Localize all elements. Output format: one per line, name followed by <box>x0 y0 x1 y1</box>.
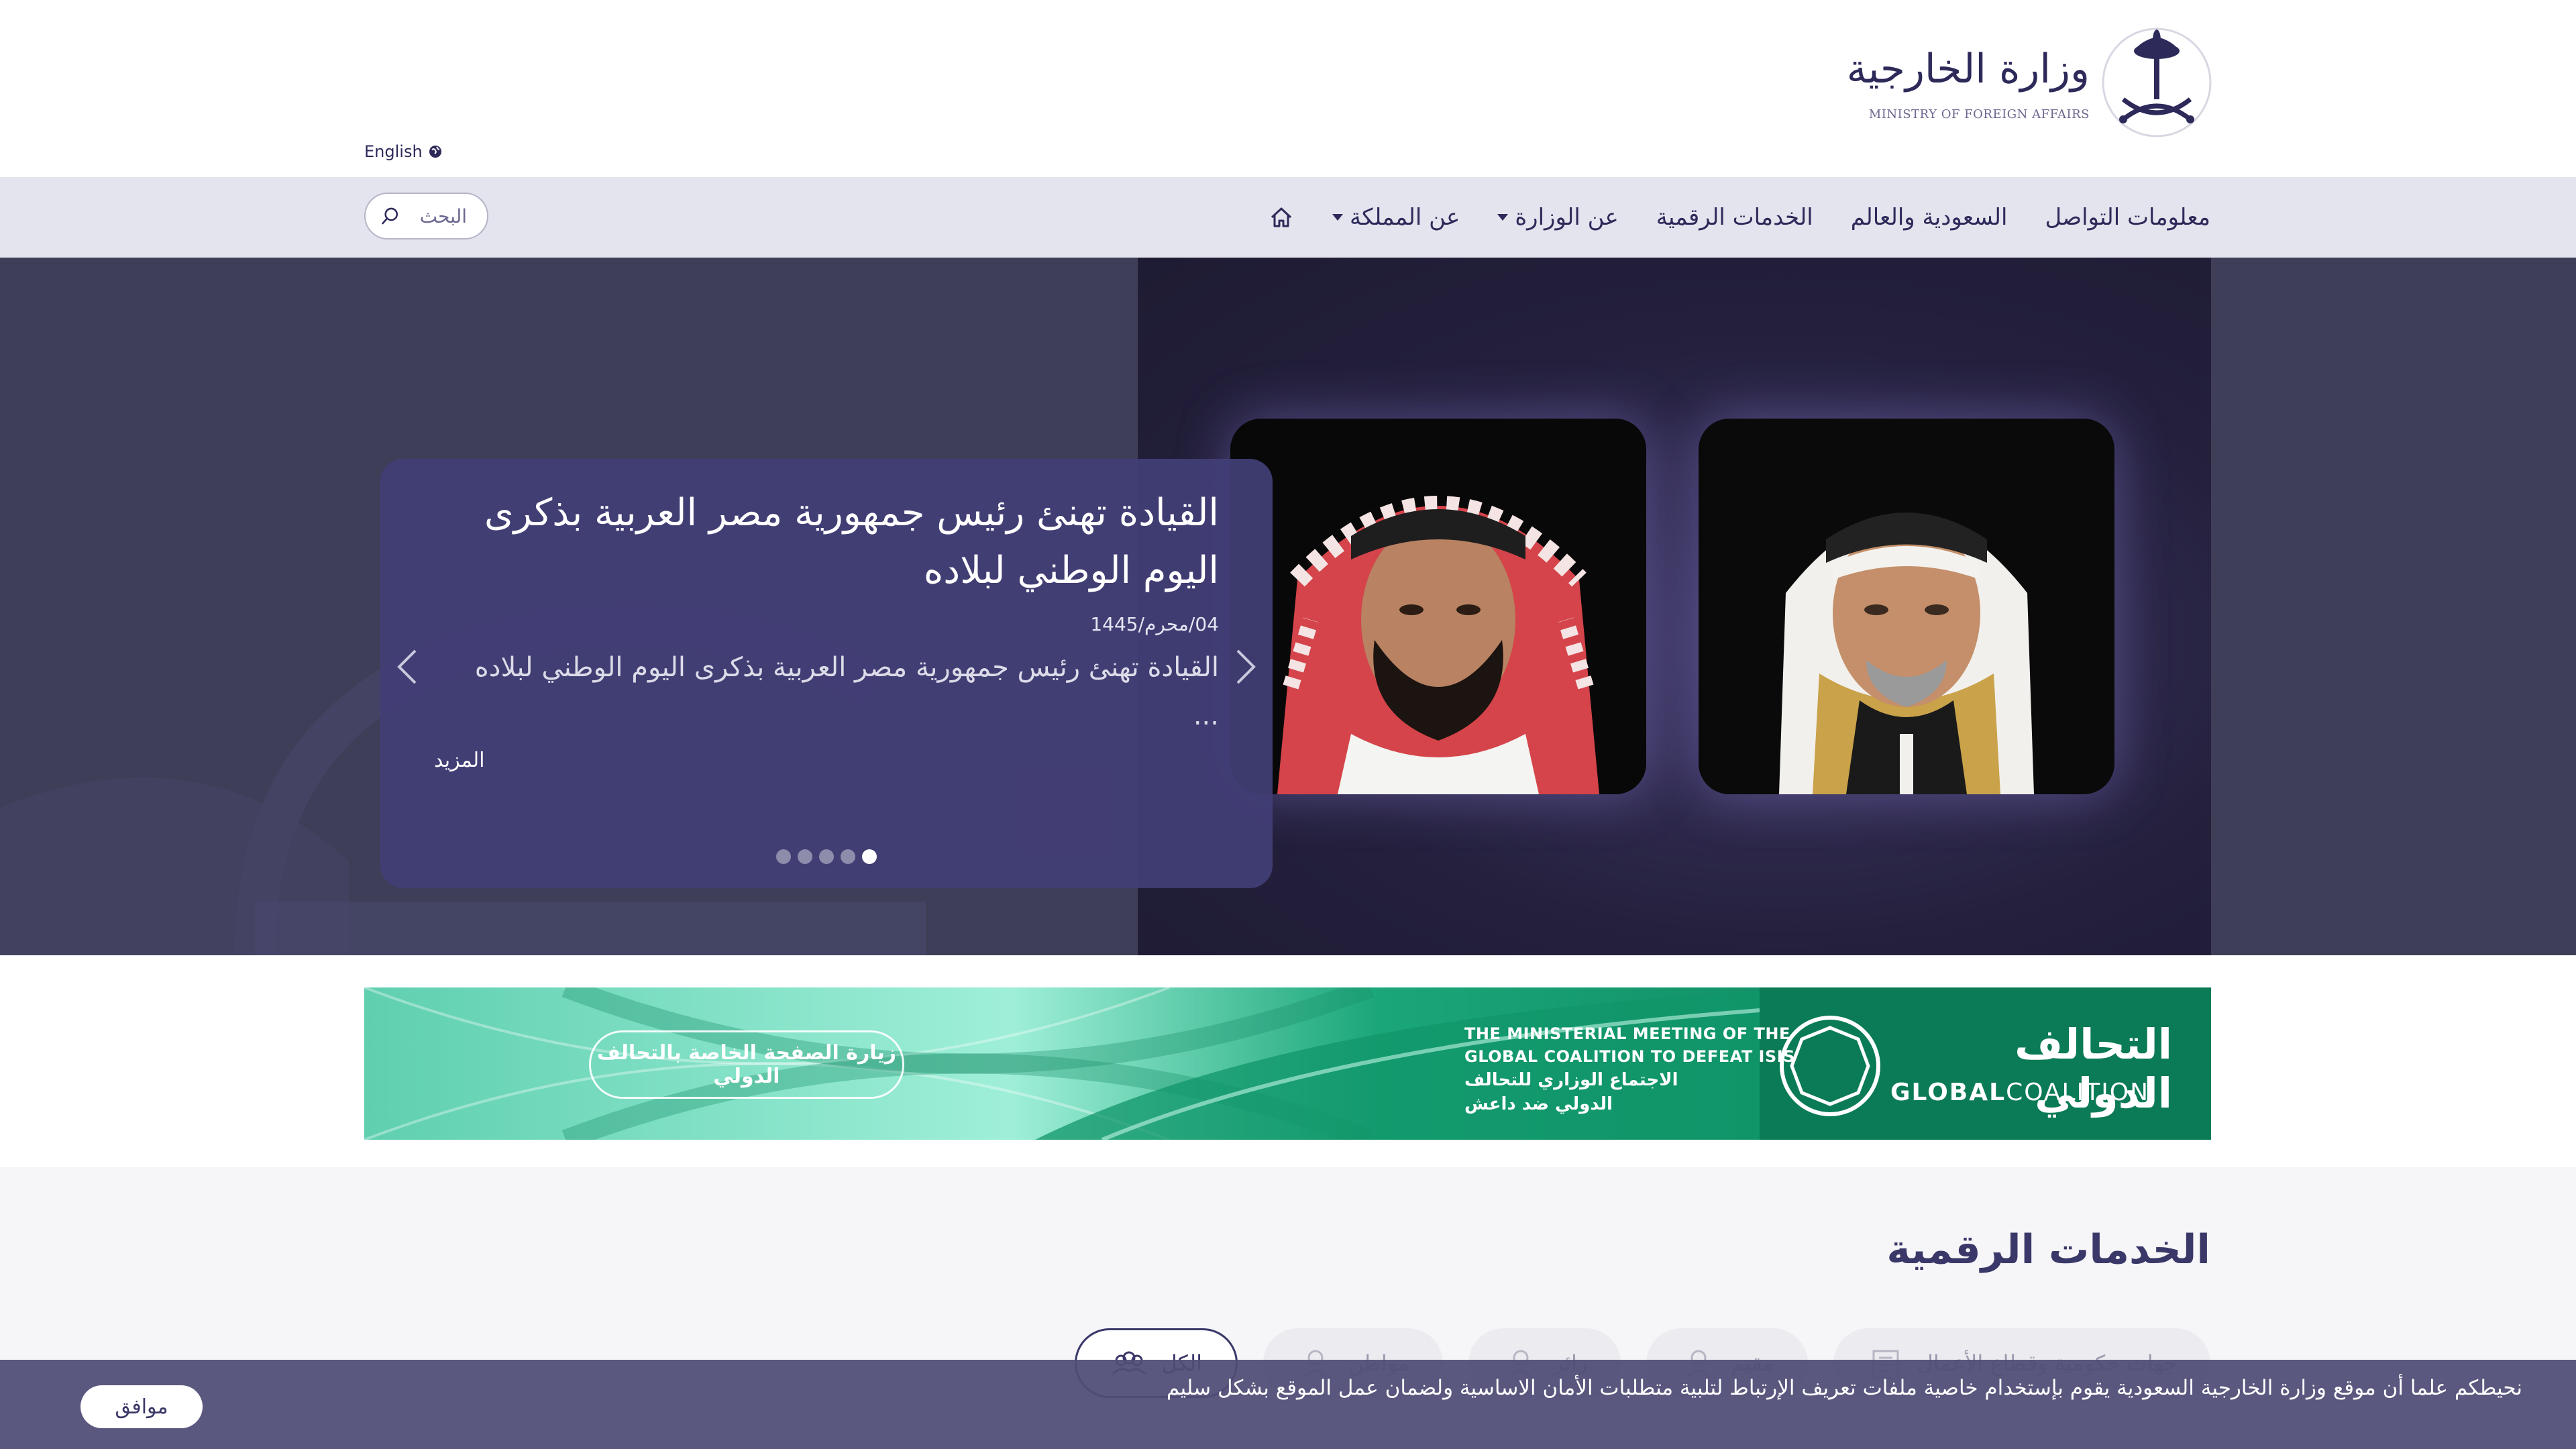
more-link[interactable]: المزيد <box>434 749 484 772</box>
search-box[interactable] <box>364 193 488 239</box>
nav-item-about-ministry[interactable]: عن الوزارة <box>1497 204 1619 231</box>
accept-cookies-button[interactable]: موافق <box>80 1385 203 1428</box>
language-label: English <box>364 142 423 161</box>
news-summary: القيادة تهنئ رئيس جمهورية مصر العربية بذ… <box>474 652 1219 731</box>
news-title[interactable]: القيادة تهنئ رئيس جمهورية مصر العربية بذ… <box>414 484 1219 600</box>
site-header: وزارة الخارجية MINISTRY OF FOREIGN AFFAI… <box>0 0 2576 177</box>
coalition-english-name: GLOBALCOALITION <box>1890 1079 2149 1106</box>
slider-dot-active[interactable] <box>862 849 877 864</box>
section-title: الخدمات الرقمية <box>1886 1226 2210 1273</box>
banner-arabic-text: الاجتماع الوزاري للتحالف الدولي ضد داعش <box>1464 1070 1678 1114</box>
logo-arabic-text: وزارة الخارجية <box>1846 46 2090 93</box>
portrait-king <box>1699 419 2114 794</box>
banner-english-text: THE MINISTERIAL MEETING OF THE GLOBAL CO… <box>1464 1024 1795 1066</box>
news-date: 04/محرم/1445 <box>1090 613 1219 635</box>
slider-dot[interactable] <box>798 849 812 864</box>
nav-menu: عن المملكة عن الوزارة الخدمات الرقمية ال… <box>1268 177 2210 258</box>
coalition-en-bold: GLOBAL <box>1890 1079 2006 1106</box>
cookie-consent-bar: نحيطكم علما أن موقع وزارة الخارجية السعو… <box>0 1360 2576 1449</box>
nav-item-label: عن المملكة <box>1349 204 1460 231</box>
nav-item-about-kingdom[interactable]: عن المملكة <box>1332 204 1460 231</box>
ministry-logo[interactable]: وزارة الخارجية MINISTRY OF FOREIGN AFFAI… <box>1847 25 2214 140</box>
slider-dot[interactable] <box>776 849 791 864</box>
language-switch[interactable]: English <box>364 142 443 161</box>
hero-slider: القيادة تهنئ رئيس جمهورية مصر العربية بذ… <box>0 258 2576 955</box>
caret-down-icon <box>1497 214 1509 221</box>
nav-item-digital-services[interactable]: الخدمات الرقمية <box>1656 204 1813 231</box>
logo-english-text: MINISTRY OF FOREIGN AFFAIRS <box>1868 107 2090 121</box>
nav-item-label: معلومات التواصل <box>2045 204 2210 231</box>
news-slide-card: القيادة تهنئ رئيس جمهورية مصر العربية بذ… <box>380 459 1273 888</box>
leaders-photo <box>1138 258 2211 955</box>
chevron-right-icon[interactable] <box>1232 647 1259 687</box>
chevron-left-icon[interactable] <box>394 647 421 687</box>
home-icon[interactable] <box>1268 204 1295 231</box>
nav-item-contact-info[interactable]: معلومات التواصل <box>2045 204 2210 231</box>
nav-item-label: عن الوزارة <box>1515 204 1619 231</box>
portrait-crown-prince <box>1230 419 1646 794</box>
caret-down-icon <box>1332 214 1343 221</box>
coalition-logo-icon <box>1780 1016 1880 1116</box>
nav-item-label: الخدمات الرقمية <box>1656 204 1813 231</box>
slider-dot[interactable] <box>841 849 855 864</box>
globe-icon <box>429 146 441 158</box>
search-input[interactable] <box>400 205 467 227</box>
nav-item-saudi-world[interactable]: السعودية والعالم <box>1851 204 2008 231</box>
coalition-en-light: COALITION <box>2006 1079 2150 1106</box>
global-coalition-banner[interactable]: زيارة الصفحة الخاصة بالتحالف الدولي THE … <box>364 987 2211 1140</box>
saudi-emblem-icon <box>2102 28 2212 138</box>
cookie-message: نحيطكم علما أن موقع وزارة الخارجية السعو… <box>1166 1376 2522 1400</box>
main-navigation: عن المملكة عن الوزارة الخدمات الرقمية ال… <box>0 177 2576 258</box>
hero-side-panel <box>2211 258 2576 955</box>
search-icon[interactable] <box>380 205 400 227</box>
slider-dot[interactable] <box>819 849 834 864</box>
nav-item-label: السعودية والعالم <box>1850 204 2008 231</box>
coalition-page-button[interactable]: زيارة الصفحة الخاصة بالتحالف الدولي <box>589 1030 904 1099</box>
slider-dots <box>776 849 877 864</box>
